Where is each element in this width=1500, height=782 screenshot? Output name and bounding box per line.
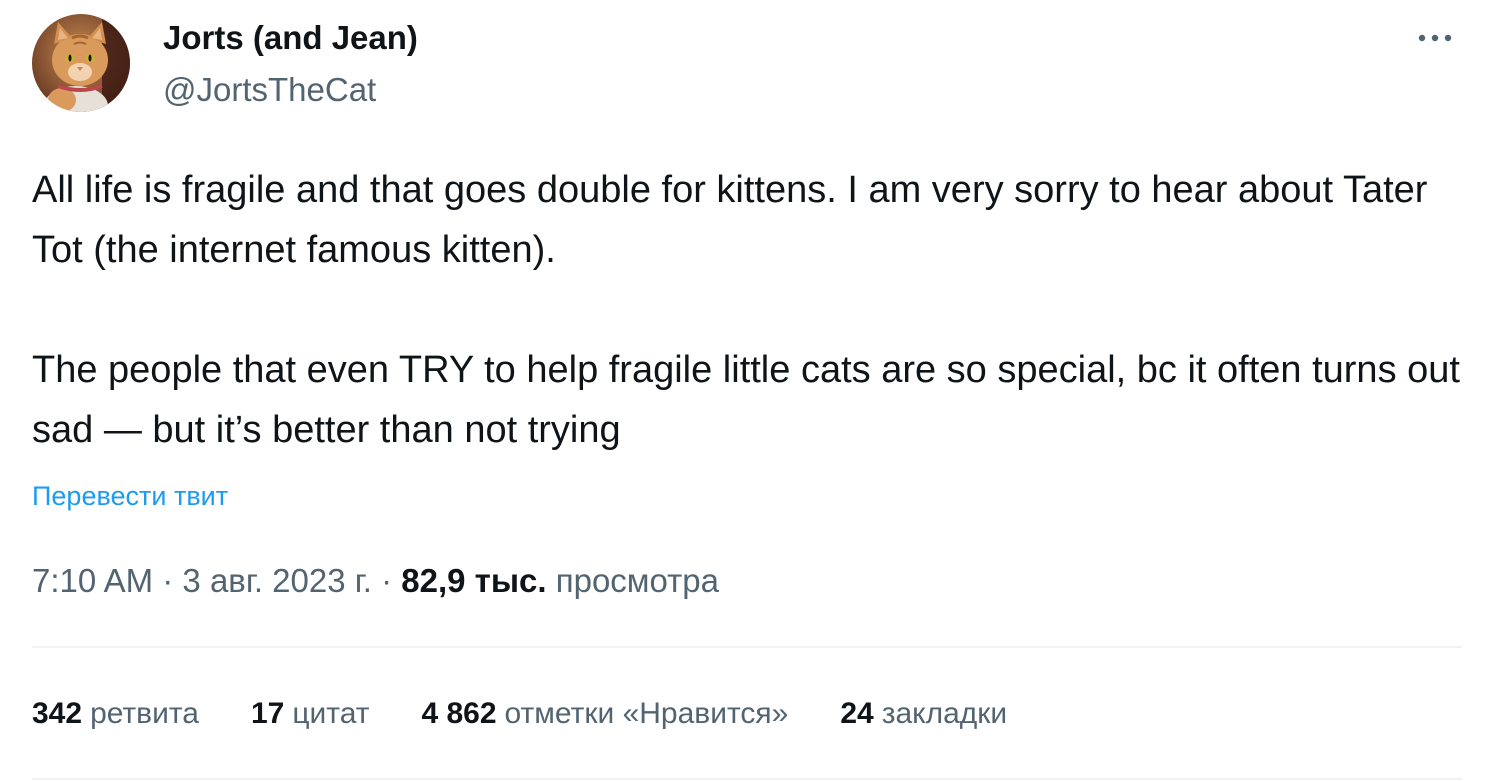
retweets-label: ретвита — [90, 697, 199, 730]
tweet-meta: 7:10 AM · 3 авг. 2023 г. · 82,9 тыс. про… — [32, 560, 719, 602]
tweet-time[interactable]: 7:10 AM — [32, 562, 153, 599]
quotes-count: 17 — [250, 697, 285, 730]
cat-avatar-image — [32, 14, 130, 112]
quotes-label: цитат — [292, 697, 370, 730]
tweet: Jorts (and Jean) @JortsTheCat All life i… — [0, 0, 1500, 782]
retweets-count: 342 — [32, 697, 83, 730]
divider — [32, 646, 1462, 648]
likes-label: отметки «Нравится» — [504, 697, 789, 730]
translate-tweet-link[interactable]: Перевести твит — [32, 478, 228, 514]
bookmarks-label: закладки — [881, 697, 1008, 730]
tweet-paragraph: The people that even TRY to help fragile… — [32, 349, 1460, 451]
meta-separator: · — [381, 562, 393, 599]
bookmarks-stat[interactable]: 24 закладки — [840, 697, 1007, 731]
author-name[interactable]: Jorts (and Jean) — [163, 18, 418, 58]
tweet-date[interactable]: 3 авг. 2023 г. — [182, 562, 372, 599]
tweet-paragraph: All life is fragile and that goes double… — [32, 169, 1428, 271]
divider — [32, 778, 1462, 780]
views-label: просмотра — [555, 562, 719, 599]
engagement-stats: 342 ретвита 17 цитат 4 862 отметки «Нравитс… — [32, 693, 1059, 735]
avatar[interactable] — [32, 14, 130, 112]
bookmarks-count: 24 — [840, 697, 874, 730]
author-handle[interactable]: @JortsTheCat — [163, 70, 376, 110]
retweets-stat[interactable]: 342 ретвита — [32, 697, 199, 731]
likes-stat[interactable]: 4 862 отметки «Нравится» — [421, 697, 788, 731]
likes-count: 4 862 — [421, 697, 497, 730]
views-count: 82,9 тыс. — [401, 562, 547, 599]
tweet-text: All life is fragile and that goes double… — [32, 160, 1462, 460]
quotes-stat[interactable]: 17 цитат — [251, 697, 369, 731]
meta-separator: · — [162, 562, 174, 599]
more-dots-icon — [1418, 34, 1452, 42]
more-options-button[interactable] — [1410, 18, 1460, 58]
